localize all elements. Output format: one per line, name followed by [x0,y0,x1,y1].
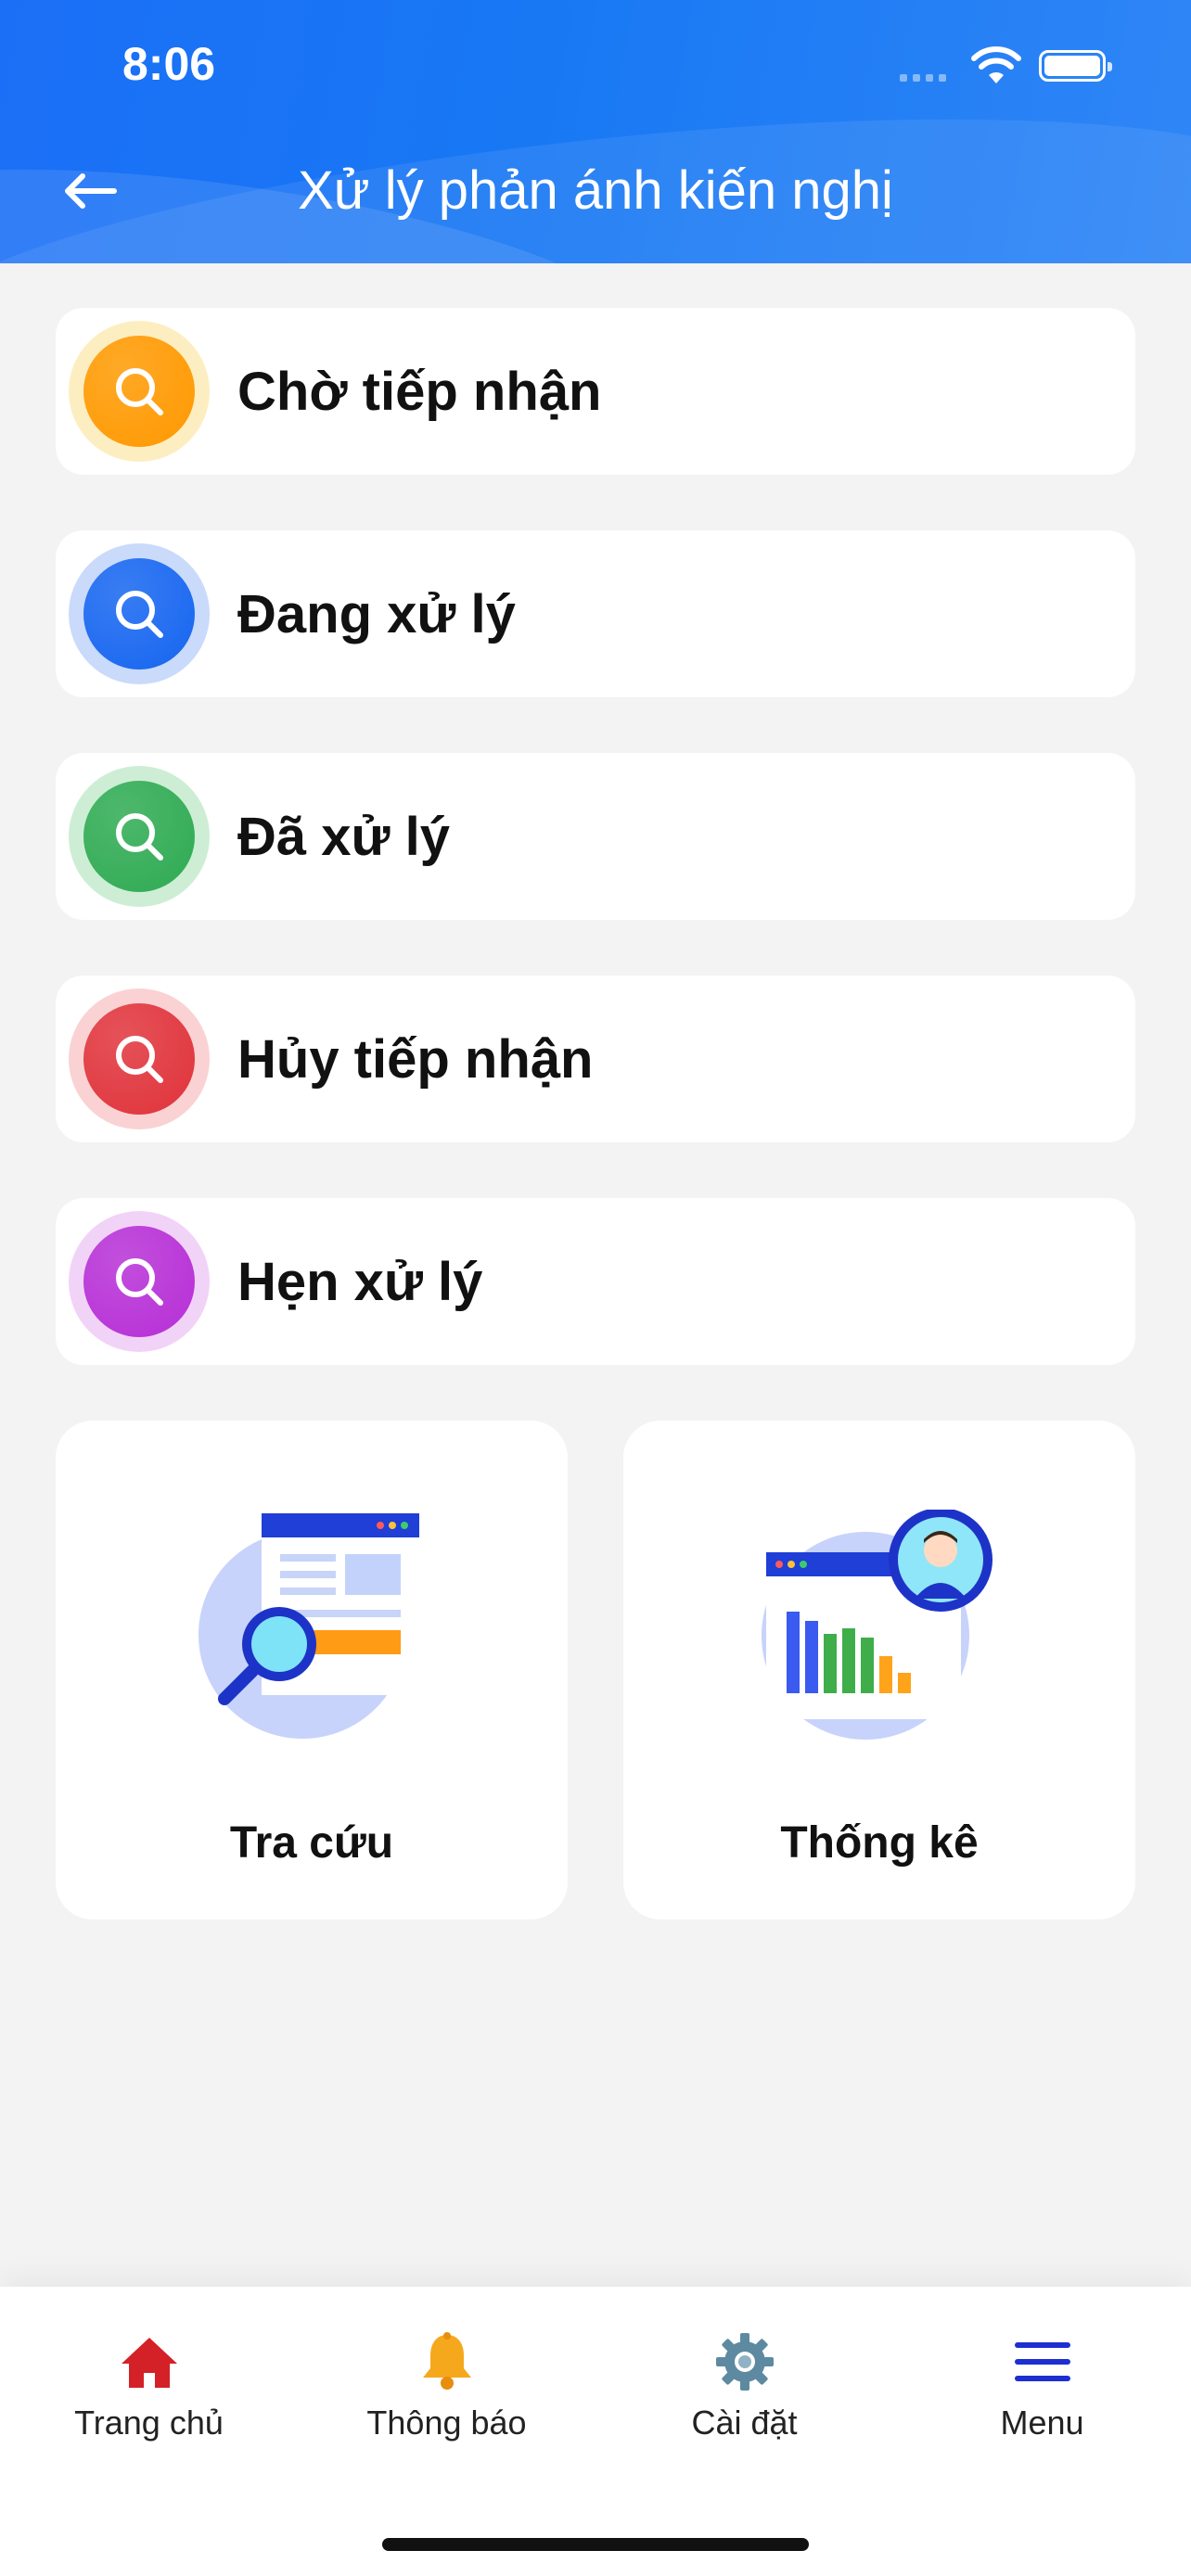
home-indicator [382,2538,809,2551]
nav-label: Cài đặt [691,2404,798,2442]
icon-halo [69,1211,210,1352]
nav-item-home[interactable]: Trang chủ [0,2329,298,2459]
menu-icon [1010,2329,1075,2394]
nav-label: Thông báo [366,2404,527,2442]
document-search-illustration [198,1513,419,1739]
search-icon [83,1003,195,1115]
status-item-processing[interactable]: Đang xử lý [56,530,1135,697]
nav-item-settings[interactable]: Cài đặt [596,2329,893,2459]
icon-halo [69,543,210,684]
status-bar-time: 8:06 [122,38,216,90]
gear-icon [712,2329,777,2394]
bell-icon [415,2329,480,2394]
status-item-cancelled[interactable]: Hủy tiếp nhận [56,976,1135,1142]
feature-tiles: Tra cứu Thống kê [56,1421,1135,1919]
status-label: Đã xử lý [237,806,450,867]
battery-icon [1039,50,1112,82]
search-icon [83,781,195,892]
status-item-processed[interactable]: Đã xử lý [56,753,1135,920]
nav-label: Trang chủ [74,2404,224,2442]
status-label: Hủy tiếp nhận [237,1028,594,1090]
nav-item-menu[interactable]: Menu [893,2329,1191,2459]
search-icon [83,336,195,447]
home-icon [117,2329,182,2394]
nav-item-notifications[interactable]: Thông báo [298,2329,596,2459]
icon-halo [69,988,210,1129]
search-icon [83,558,195,670]
tile-label: Thống kê [780,1818,979,1868]
statistics-tile[interactable]: Thống kê [623,1421,1135,1919]
wifi-icon [971,46,1021,83]
page-title: Xử lý phản ánh kiến nghị [298,160,893,221]
status-item-pending[interactable]: Chờ tiếp nhận [56,308,1135,475]
nav-label: Menu [1000,2404,1084,2442]
lookup-tile[interactable]: Tra cứu [56,1421,568,1919]
cellular-signal-icon [900,74,946,82]
search-icon [83,1226,195,1337]
app-header: 8:06 Xử lý phản ánh kiến nghị [0,0,1191,263]
status-label: Hẹn xử lý [237,1251,483,1312]
status-item-scheduled[interactable]: Hẹn xử lý [56,1198,1135,1365]
status-label: Chờ tiếp nhận [237,361,602,422]
icon-halo [69,766,210,907]
statistics-chart-illustration [762,1510,992,1740]
icon-halo [69,321,210,462]
status-list: Chờ tiếp nhận Đang xử lý Đã xử lý Hủy ti… [56,308,1135,1421]
bottom-navigation: Trang chủ Thông báo Cài đặt Menu [0,2287,1191,2576]
tile-label: Tra cứu [229,1818,394,1868]
status-label: Đang xử lý [237,583,516,644]
